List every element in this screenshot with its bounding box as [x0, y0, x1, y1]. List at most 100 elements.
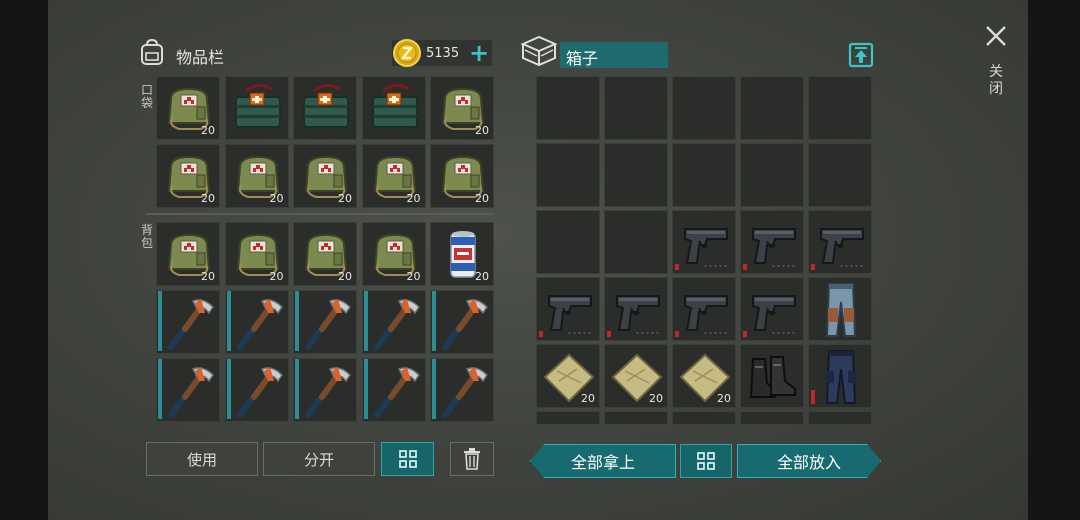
hatchet-icon — [305, 299, 351, 350]
trash-button[interactable] — [450, 442, 494, 476]
stack-count: 20 — [475, 192, 489, 205]
slot-hatchet[interactable] — [224, 358, 289, 422]
put-all-button[interactable]: 全部放入 — [737, 444, 881, 478]
hatchet-icon — [236, 367, 283, 418]
ammo-indicator — [567, 331, 593, 335]
slot-first-aid-case[interactable] — [293, 76, 357, 140]
slot-cloth[interactable]: 20 — [536, 344, 600, 408]
inventory-title: 物品栏 — [176, 48, 225, 67]
slot-soda-can[interactable]: 20 — [430, 222, 494, 286]
slot-medkit-bag[interactable]: 20 — [156, 144, 220, 208]
slot-pistol[interactable] — [740, 277, 804, 341]
slot-empty[interactable] — [536, 143, 600, 207]
slot-pistol[interactable] — [740, 210, 804, 274]
grid-icon — [398, 450, 417, 468]
slot-hatchet[interactable] — [293, 358, 357, 422]
slot-medkit-bag[interactable]: 20 — [293, 144, 357, 208]
box-name-field[interactable]: 箱子 — [560, 42, 668, 68]
slot-medkit-bag[interactable]: 20 — [224, 222, 289, 286]
slot-medkit-bag[interactable]: 20 — [361, 222, 426, 286]
slot-first-aid-case[interactable] — [224, 76, 289, 140]
hatchet-icon — [373, 299, 420, 350]
slot-empty[interactable] — [536, 210, 600, 274]
slot-hatchet[interactable] — [361, 358, 426, 422]
durability-bar — [363, 359, 368, 419]
pants-dark-icon — [825, 350, 857, 404]
slot-empty[interactable] — [672, 76, 736, 140]
slot-medkit-bag[interactable]: 20 — [361, 144, 426, 208]
boots-icon — [749, 356, 796, 398]
slot-empty[interactable] — [740, 76, 804, 140]
slot-pistol[interactable] — [672, 210, 736, 274]
add-coins-button[interactable]: + — [469, 40, 489, 66]
durability-bar — [226, 291, 231, 351]
sort-inventory-button[interactable] — [381, 442, 434, 476]
slot-medkit-bag[interactable]: 20 — [156, 76, 220, 140]
slot-empty[interactable] — [604, 411, 668, 424]
slot-medkit-bag[interactable]: 20 — [430, 144, 494, 208]
slot-empty[interactable] — [604, 143, 668, 207]
ammo-indicator — [771, 331, 797, 335]
slot-hatchet[interactable] — [430, 358, 494, 422]
durability-bar — [226, 359, 231, 419]
ammo-indicator — [703, 331, 729, 335]
stack-count: 20 — [269, 192, 284, 205]
durability-bar — [295, 291, 299, 351]
slot-empty[interactable] — [604, 76, 668, 140]
slot-empty[interactable] — [808, 76, 872, 140]
slot-hatchet[interactable] — [224, 290, 289, 354]
slot-pistol[interactable] — [808, 210, 872, 274]
durability-bar — [432, 291, 436, 351]
take-all-button[interactable]: 全部拿上 — [530, 444, 676, 478]
use-button[interactable]: 使用 — [146, 442, 258, 476]
slot-cloth[interactable]: 20 — [672, 344, 736, 408]
slot-hatchet[interactable] — [430, 290, 494, 354]
slot-empty[interactable] — [808, 143, 872, 207]
slot-medkit-bag[interactable]: 20 — [156, 222, 220, 286]
slot-medkit-bag[interactable]: 20 — [224, 144, 289, 208]
pants-blue-icon — [825, 283, 857, 337]
hatchet-icon — [168, 367, 214, 418]
slot-medkit-bag[interactable]: 20 — [430, 76, 494, 140]
slot-hatchet[interactable] — [293, 290, 357, 354]
ammo-indicator — [839, 264, 865, 268]
close-label[interactable]: 关闭 — [988, 64, 1004, 98]
upload-icon[interactable] — [848, 42, 874, 68]
split-button[interactable]: 分开 — [263, 442, 375, 476]
close-icon[interactable] — [984, 24, 1008, 48]
slot-empty[interactable] — [536, 76, 600, 140]
slot-hatchet[interactable] — [156, 358, 220, 422]
slot-empty[interactable] — [740, 143, 804, 207]
slot-first-aid-case[interactable] — [361, 76, 426, 140]
stack-count: 20 — [649, 392, 663, 405]
durability-bar — [158, 291, 162, 351]
stack-count: 20 — [406, 270, 421, 283]
grid-icon — [697, 452, 715, 470]
sort-box-button[interactable] — [680, 444, 732, 478]
slot-pistol[interactable] — [536, 277, 600, 341]
slot-pants-blue[interactable] — [808, 277, 872, 341]
trash-icon — [464, 448, 480, 470]
slot-pistol[interactable] — [672, 277, 736, 341]
stack-count: 20 — [269, 270, 284, 283]
durability-bar — [295, 359, 299, 419]
slot-pants-dark[interactable] — [808, 344, 872, 408]
slot-empty[interactable] — [740, 411, 804, 424]
slot-empty[interactable] — [672, 411, 736, 424]
slot-empty[interactable] — [536, 411, 600, 424]
slot-hatchet[interactable] — [361, 290, 426, 354]
inventory-header: 物品栏 5135 + — [138, 36, 496, 70]
slot-pistol[interactable] — [604, 277, 668, 341]
section-divider — [146, 213, 494, 215]
slot-medkit-bag[interactable]: 20 — [293, 222, 357, 286]
slot-empty[interactable] — [672, 143, 736, 207]
slot-boots[interactable] — [740, 344, 804, 408]
slot-empty[interactable] — [808, 411, 872, 424]
durability-bar — [539, 331, 543, 337]
durability-bar — [675, 264, 679, 270]
slot-hatchet[interactable] — [156, 290, 220, 354]
slot-cloth[interactable]: 20 — [604, 344, 668, 408]
stack-count: 20 — [338, 192, 352, 205]
slot-empty[interactable] — [604, 210, 668, 274]
box-grid-viewport[interactable]: 20 20 20 — [534, 74, 876, 424]
